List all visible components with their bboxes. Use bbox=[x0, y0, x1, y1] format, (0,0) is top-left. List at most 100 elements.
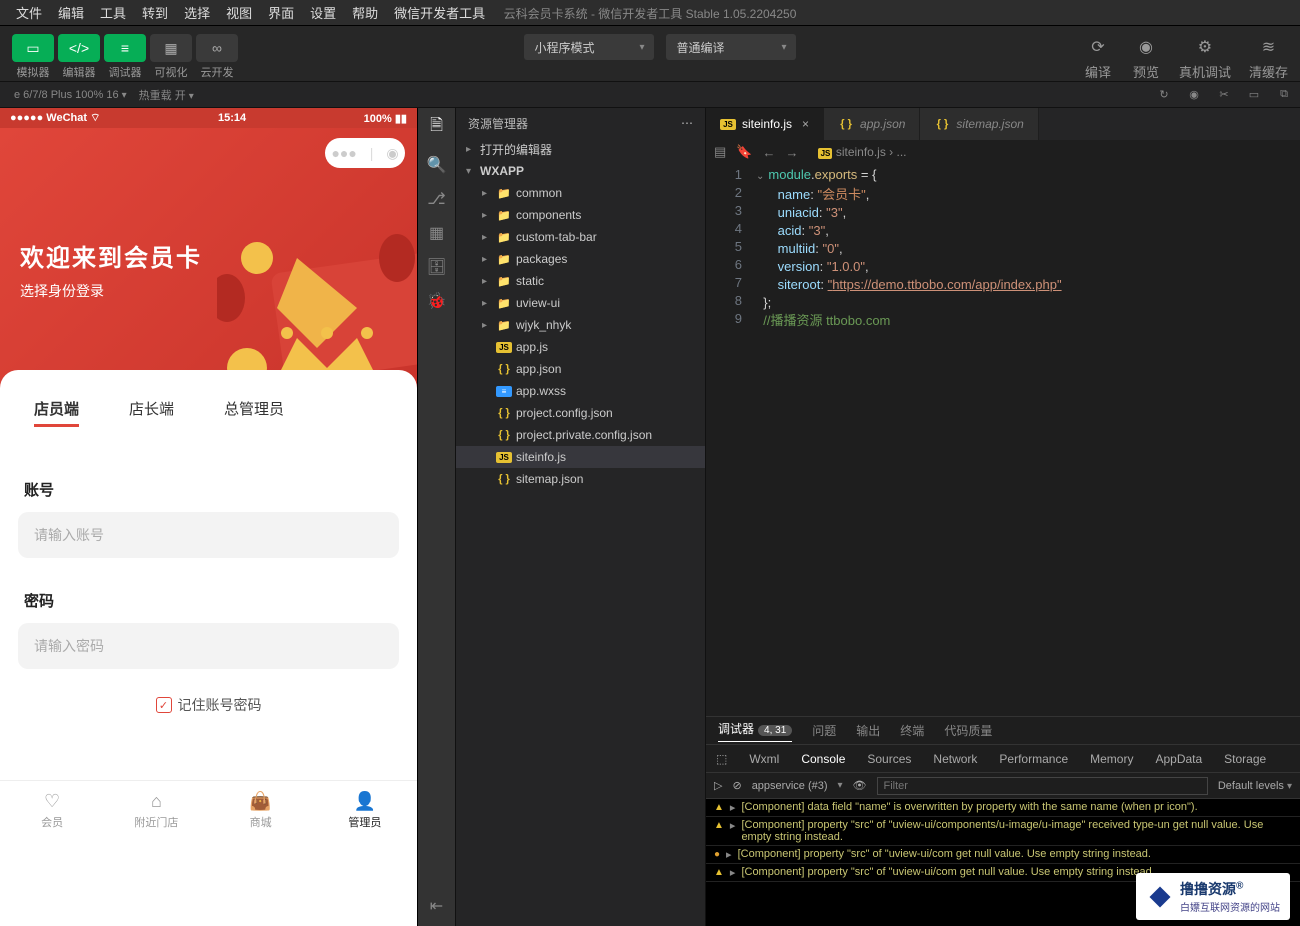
menu-edit[interactable]: 编辑 bbox=[50, 3, 92, 22]
menu-view[interactable]: 视图 bbox=[218, 3, 260, 22]
devtools-tab-sources[interactable]: Sources bbox=[867, 752, 911, 766]
explorer-icon[interactable]: 🗎 bbox=[430, 114, 443, 141]
bug-icon[interactable]: 🐞 bbox=[427, 291, 447, 311]
file-tree-item[interactable]: ▸📁wjyk_nhyk bbox=[456, 314, 705, 336]
menu-file[interactable]: 文件 bbox=[8, 3, 50, 22]
editor-tab-appjson[interactable]: { }app.json bbox=[824, 108, 920, 140]
bp-tab-quality[interactable]: 代码质量 bbox=[944, 722, 992, 739]
explorer-section-project[interactable]: ▾WXAPP bbox=[456, 160, 705, 182]
tabbar-admin[interactable]: 👤管理员 bbox=[313, 781, 417, 840]
file-tree-item[interactable]: JSapp.js bbox=[456, 336, 705, 358]
file-tree-item[interactable]: { }project.private.config.json bbox=[456, 424, 705, 446]
preview-button[interactable]: ◉预览 bbox=[1131, 34, 1161, 81]
database-icon[interactable]: 🗄 bbox=[426, 257, 446, 277]
clear-cache-button[interactable]: ≋清缓存 bbox=[1249, 34, 1288, 81]
filter-input[interactable] bbox=[877, 777, 1208, 795]
editor-tabs: JSsiteinfo.js× { }app.json { }sitemap.js… bbox=[706, 108, 1300, 140]
search-icon[interactable]: 🔍 bbox=[427, 155, 447, 175]
bp-tab-debugger[interactable]: 调试器4, 31 bbox=[718, 720, 792, 742]
cloud-dev-button[interactable]: ∞ bbox=[196, 34, 238, 62]
devtools-tab-storage[interactable]: Storage bbox=[1224, 752, 1266, 766]
file-tree-item[interactable]: ▸📁packages bbox=[456, 248, 705, 270]
devtools-tab-network[interactable]: Network bbox=[933, 752, 977, 766]
bp-tab-output[interactable]: 输出 bbox=[856, 722, 880, 739]
menu-tool[interactable]: 工具 bbox=[92, 3, 134, 22]
menu-ui[interactable]: 界面 bbox=[260, 3, 302, 22]
play-icon[interactable]: ▷ bbox=[714, 779, 722, 792]
forward-icon[interactable]: → bbox=[785, 145, 798, 160]
devtools-tab-appdata[interactable]: AppData bbox=[1155, 752, 1202, 766]
file-tree-item[interactable]: ▸📁custom-tab-bar bbox=[456, 226, 705, 248]
cut-icon[interactable]: ✂ bbox=[1216, 87, 1232, 103]
file-tree-item[interactable]: JSsiteinfo.js bbox=[456, 446, 705, 468]
visual-toggle-button[interactable]: ▦ bbox=[150, 34, 192, 62]
extensions-icon[interactable]: ▦ bbox=[429, 223, 444, 243]
remote-debug-button[interactable]: ⚙真机调试 bbox=[1179, 34, 1231, 81]
file-tree-item[interactable]: ▸📁components bbox=[456, 204, 705, 226]
hot-reload-status[interactable]: 热重载 开 ▾ bbox=[133, 87, 200, 103]
menu-help[interactable]: 帮助 bbox=[344, 3, 386, 22]
remember-checkbox[interactable]: ✓ bbox=[156, 697, 172, 713]
file-tree-item[interactable]: { }app.json bbox=[456, 358, 705, 380]
devtools-tab-memory[interactable]: Memory bbox=[1090, 752, 1133, 766]
tabbar-nearby[interactable]: ⌂附近门店 bbox=[104, 781, 208, 840]
refresh-icon[interactable]: ↻ bbox=[1156, 87, 1172, 103]
file-tree-item[interactable]: ≡app.wxss bbox=[456, 380, 705, 402]
devtools-tab-console[interactable]: Console bbox=[801, 752, 845, 766]
more-icon[interactable]: ●●● bbox=[331, 145, 356, 161]
collapse-icon[interactable]: ⇤ bbox=[430, 896, 443, 916]
bp-tab-problems[interactable]: 问题 bbox=[812, 722, 836, 739]
menu-goto[interactable]: 转到 bbox=[134, 3, 176, 22]
menu-settings[interactable]: 设置 bbox=[302, 3, 344, 22]
back-icon[interactable]: ← bbox=[762, 145, 775, 160]
popout-icon[interactable]: ⧉ bbox=[1276, 87, 1292, 103]
eye-icon[interactable]: 👁 bbox=[853, 779, 867, 792]
bookmark-icon[interactable]: 🔖 bbox=[736, 144, 752, 160]
debugger-toggle-button[interactable]: ≡ bbox=[104, 34, 146, 62]
toolbar-label: 编辑器 bbox=[58, 64, 100, 80]
editor-tab-sitemap[interactable]: { }sitemap.json bbox=[920, 108, 1038, 140]
git-icon[interactable]: ⎇ bbox=[427, 189, 445, 209]
devtools-tab-performance[interactable]: Performance bbox=[999, 752, 1068, 766]
mode-select[interactable]: 小程序模式▾ bbox=[524, 34, 654, 60]
target-icon[interactable]: ◉ bbox=[386, 145, 398, 162]
device-status[interactable]: e 6/7/8 Plus 100% 16 ▾ bbox=[8, 89, 133, 101]
app-title: 云科会员卡系统 - 微信开发者工具 Stable 1.05.2204250 bbox=[504, 5, 797, 22]
capsule-menu[interactable]: ●●● | ◉ bbox=[325, 138, 405, 168]
inspect-icon[interactable]: ⬚ bbox=[716, 752, 727, 766]
menu-devtools[interactable]: 微信开发者工具 bbox=[386, 3, 493, 22]
file-tree-item[interactable]: ▸📁uview-ui bbox=[456, 292, 705, 314]
role-tab-staff[interactable]: 店员端 bbox=[34, 398, 79, 425]
role-tab-manager[interactable]: 店长端 bbox=[129, 398, 174, 425]
file-tree-item[interactable]: ▸📁static bbox=[456, 270, 705, 292]
devtools-tab-wxml[interactable]: Wxml bbox=[749, 752, 779, 766]
close-icon[interactable]: × bbox=[802, 117, 809, 131]
breadcrumb[interactable]: siteinfo.js › ... bbox=[836, 145, 907, 159]
compile-select[interactable]: 普通编译▾ bbox=[666, 34, 796, 60]
device-icon[interactable]: ▭ bbox=[1246, 87, 1262, 103]
editor-toggle-button[interactable]: </> bbox=[58, 34, 100, 62]
tabbar-member[interactable]: ♡会员 bbox=[0, 781, 104, 840]
file-tree-item[interactable]: { }project.config.json bbox=[456, 402, 705, 424]
clear-icon[interactable]: ⊘ bbox=[732, 779, 741, 792]
tabbar-mall[interactable]: 👜商城 bbox=[209, 781, 313, 840]
simulator-toggle-button[interactable]: ▭ bbox=[12, 34, 54, 62]
layout-icon[interactable]: ▤ bbox=[714, 144, 726, 160]
bp-tab-terminal[interactable]: 终端 bbox=[900, 722, 924, 739]
record-icon[interactable]: ◉ bbox=[1186, 87, 1202, 103]
log-levels[interactable]: Default levels ▾ bbox=[1218, 780, 1292, 792]
file-tree-item[interactable]: ▸📁common bbox=[456, 182, 705, 204]
explorer-section-open-editors[interactable]: ▸打开的编辑器 bbox=[456, 138, 705, 160]
more-icon[interactable]: ⋯ bbox=[681, 116, 693, 130]
password-input[interactable]: 请输入密码 bbox=[18, 623, 399, 669]
toolbar-label: 云开发 bbox=[196, 64, 238, 80]
compile-button[interactable]: ⟳编译 bbox=[1083, 34, 1113, 81]
editor-tab-siteinfo[interactable]: JSsiteinfo.js× bbox=[706, 108, 824, 140]
code-editor[interactable]: 123456789 ⌄module.exports = { name: "会员卡… bbox=[706, 164, 1300, 716]
console-context[interactable]: appservice (#3) bbox=[752, 780, 828, 792]
menu-select[interactable]: 选择 bbox=[176, 3, 218, 22]
file-tree-item[interactable]: { }sitemap.json bbox=[456, 468, 705, 490]
toolbar-label: 调试器 bbox=[104, 64, 146, 80]
account-input[interactable]: 请输入账号 bbox=[18, 512, 399, 558]
role-tab-admin[interactable]: 总管理员 bbox=[224, 398, 284, 425]
